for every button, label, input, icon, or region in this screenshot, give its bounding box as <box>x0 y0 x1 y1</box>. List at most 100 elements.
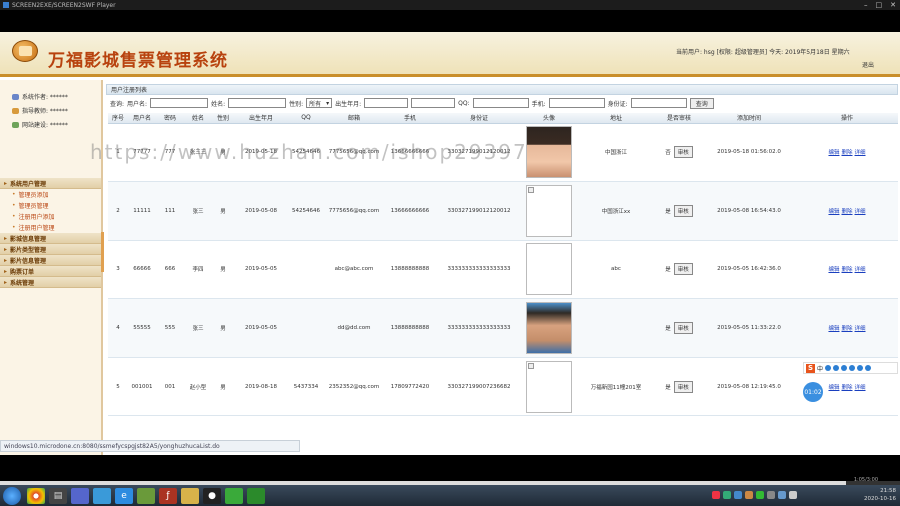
flash-icon[interactable]: ƒ <box>159 487 177 504</box>
ie-icon[interactable]: e <box>115 487 133 504</box>
column-header: 手机 <box>384 113 436 124</box>
volume-icon[interactable] <box>778 491 786 499</box>
edit-link[interactable]: 编辑 <box>828 267 839 273</box>
mic-icon[interactable] <box>841 365 848 371</box>
column-header: 用户名 <box>128 113 156 124</box>
punct-icon[interactable] <box>825 365 832 371</box>
ime-toolbar[interactable]: S 中 <box>803 362 898 374</box>
menu-group[interactable]: 购票订单 <box>0 266 101 277</box>
menu-group[interactable]: 影片信息管理 <box>0 255 101 266</box>
menu-group[interactable]: 影片类型管理 <box>0 244 101 255</box>
app-icon-3[interactable] <box>71 487 89 504</box>
menu-group[interactable]: 影城信息管理 <box>0 233 101 244</box>
keyboard-icon[interactable] <box>849 365 856 371</box>
cell-ops: 编辑 删除 详细 <box>796 181 898 241</box>
detail-link[interactable]: 详细 <box>855 326 866 332</box>
delete-link[interactable]: 删除 <box>841 385 852 391</box>
cell-time: 2019-05-18 01:56:02.0 <box>702 123 796 183</box>
column-header: 头像 <box>522 113 576 124</box>
sidebar-teacher: 指导教师: ****** <box>12 106 68 115</box>
audit-button[interactable]: 审核 <box>673 380 693 393</box>
app-icon-2[interactable]: ▤ <box>49 487 67 504</box>
birth-to-input[interactable] <box>411 98 456 108</box>
audit-status: 是 <box>665 384 671 391</box>
network-icon[interactable] <box>789 491 797 499</box>
column-header: 密码 <box>156 113 184 124</box>
menu-item[interactable]: 注册用户管理 <box>0 222 101 233</box>
menu-group[interactable]: 系统用户管理 <box>0 178 101 189</box>
audit-button[interactable]: 审核 <box>673 146 693 159</box>
clock[interactable]: 21:58 2020-10-16 <box>864 487 896 503</box>
cell-idcard: 330327199007236682 <box>436 357 522 417</box>
tools-icon[interactable] <box>865 365 872 371</box>
skin-icon[interactable] <box>857 365 864 371</box>
menu-item[interactable]: 管理员添加 <box>0 189 101 200</box>
menu-group[interactable]: 系统管理 <box>0 277 101 288</box>
table-row: 3 66666 666 李四男 2019-05-05 abc@abc.com 1388888… <box>108 240 898 300</box>
edit-link[interactable]: 编辑 <box>828 326 839 332</box>
detail-link[interactable]: 详细 <box>855 385 866 391</box>
tray-icon-3[interactable] <box>734 491 742 499</box>
emoji-icon[interactable] <box>833 365 840 371</box>
maximize-icon[interactable]: □ <box>876 0 883 10</box>
qq-icon[interactable]: ● <box>203 487 221 504</box>
account-label: 用户名: <box>127 100 148 108</box>
start-button[interactable] <box>3 486 21 505</box>
detail-link[interactable]: 详细 <box>855 267 866 273</box>
detail-link[interactable]: 详细 <box>855 209 866 215</box>
delete-link[interactable]: 删除 <box>841 150 852 156</box>
tray-icon-1[interactable] <box>712 491 720 499</box>
wechat-icon[interactable] <box>225 487 243 504</box>
cell-idcard: 333333333333333333 <box>436 240 522 300</box>
delete-link[interactable]: 删除 <box>841 209 852 215</box>
cell-birth: 2019-08-18 <box>234 357 288 417</box>
edit-link[interactable]: 编辑 <box>828 209 839 215</box>
audit-button[interactable]: 审核 <box>673 263 693 276</box>
account-input[interactable] <box>150 98 209 108</box>
tray-icon-5[interactable] <box>756 491 764 499</box>
search-button[interactable]: 查询 <box>689 97 714 109</box>
detail-link[interactable]: 详细 <box>855 150 866 156</box>
edit-link[interactable]: 编辑 <box>828 150 839 156</box>
cell-account: 11111 <box>128 181 156 241</box>
folder-icon[interactable] <box>181 487 199 504</box>
audit-button[interactable]: 审核 <box>673 204 693 217</box>
sidebar-splitter[interactable] <box>101 232 104 272</box>
edit-link[interactable]: 编辑 <box>828 385 839 391</box>
cell-pwd: 001 <box>156 357 184 417</box>
phone-input[interactable] <box>548 98 605 108</box>
audit-button[interactable]: 审核 <box>673 322 693 335</box>
menu-item[interactable]: 注册用户添加 <box>0 211 101 222</box>
broken-image-icon <box>528 362 534 369</box>
birth-from-input[interactable] <box>364 98 409 108</box>
recorder-icon[interactable] <box>247 487 265 504</box>
ime-mode[interactable]: 中 <box>817 364 823 373</box>
menu-item[interactable]: 管理员管理 <box>0 200 101 211</box>
minimize-icon[interactable]: – <box>864 0 868 10</box>
tray-icon-4[interactable] <box>745 491 753 499</box>
app-icon-6[interactable] <box>137 487 155 504</box>
column-header: 姓名 <box>184 113 212 124</box>
logout-link[interactable]: 退出 <box>862 60 874 69</box>
cell-gender: 男 <box>212 298 234 358</box>
user-info: 当前用户: hsg [权限: 超级管理员] 今天: 2019年5月18日 星期六 <box>676 49 850 56</box>
birth-label: 出生年月: <box>335 100 362 108</box>
gender-label: 性别: <box>289 100 304 108</box>
chrome-icon[interactable] <box>27 487 45 504</box>
name-input[interactable] <box>228 98 287 108</box>
cell-qq <box>288 240 324 300</box>
idcard-input[interactable] <box>630 98 687 108</box>
audit-status: 是 <box>665 267 671 274</box>
tray-icon-6[interactable] <box>767 491 775 499</box>
window-title: SCREEN2EXE/SCREEN2SWF Player <box>12 1 116 9</box>
floating-ball[interactable]: 01:02 <box>803 382 823 402</box>
delete-link[interactable]: 删除 <box>841 267 852 273</box>
cell-time: 2019-05-08 12:19:45.0 <box>702 357 796 417</box>
qq-input[interactable] <box>472 98 529 108</box>
player-controls: 1:05/3:00 <box>0 455 900 485</box>
close-icon[interactable]: ✕ <box>890 0 896 10</box>
gender-select[interactable]: 所有 ▾ <box>306 98 333 108</box>
delete-link[interactable]: 删除 <box>841 326 852 332</box>
app-icon-4[interactable] <box>93 487 111 504</box>
tray-icon-2[interactable] <box>723 491 731 499</box>
